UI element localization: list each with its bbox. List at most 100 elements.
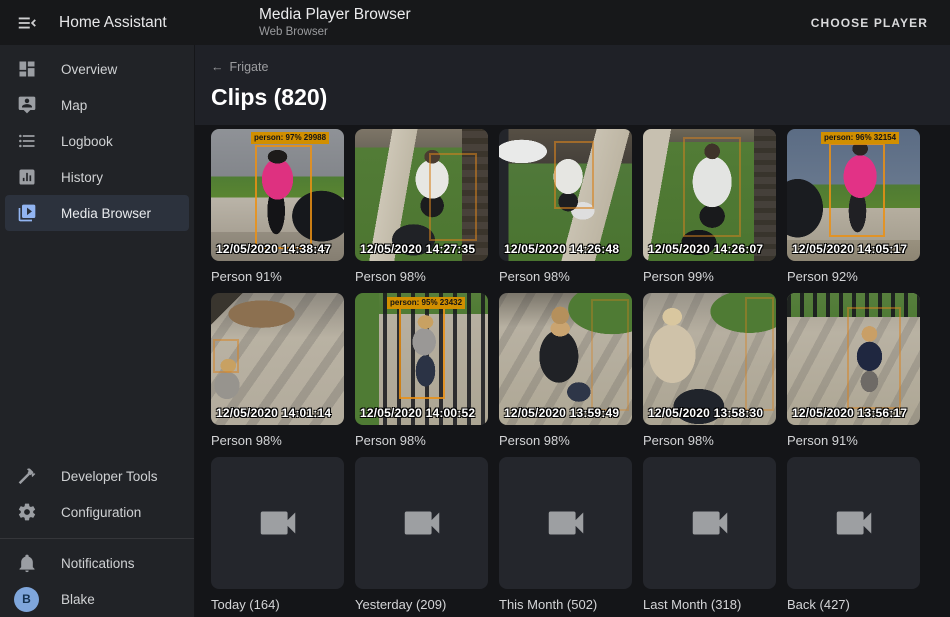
detection-bounding-box — [399, 303, 445, 399]
clip-item[interactable]: 12/05/2020 14:01:14 Person 98% — [211, 293, 344, 448]
clip-item[interactable]: 12/05/2020 13:56:17 Person 91% — [787, 293, 920, 448]
clip-timestamp: 12/05/2020 14:38:47 — [216, 242, 331, 256]
detection-bounding-box — [554, 141, 594, 209]
sidebar-toggle-icon[interactable] — [15, 11, 39, 35]
detection-bounding-box — [213, 339, 239, 373]
sidebar-item-label: Overview — [61, 62, 117, 77]
sidebar-item-label: Notifications — [61, 556, 135, 571]
clip-thumbnail[interactable]: 12/05/2020 14:26:48 — [499, 129, 632, 261]
detection-bounding-box — [429, 153, 477, 241]
page-heading: Clips (820) — [211, 84, 934, 111]
clip-thumbnail[interactable]: person: 97% 29988 12/05/2020 14:38:47 — [211, 129, 344, 261]
home-assistant-app: Home Assistant Media Player Browser Web … — [0, 0, 950, 617]
play-box-multiple-icon — [17, 203, 37, 223]
clip-timestamp: 12/05/2020 13:59:49 — [504, 406, 619, 420]
clip-item[interactable]: 12/05/2020 13:58:30 Person 98% — [643, 293, 776, 448]
clip-caption: Person 99% — [643, 269, 776, 284]
sidebar-item-label: Developer Tools — [61, 469, 158, 484]
clip-thumbnail[interactable]: 12/05/2020 14:27:35 — [355, 129, 488, 261]
clip-caption: Person 98% — [499, 433, 632, 448]
clip-thumbnail[interactable]: 12/05/2020 13:58:30 — [643, 293, 776, 425]
app-bar-left: Home Assistant — [0, 11, 195, 35]
folder-item-this-month[interactable]: This Month (502) — [499, 457, 632, 612]
sidebar-item-developer-tools[interactable]: Developer Tools — [5, 458, 189, 494]
clip-thumbnail[interactable]: 12/05/2020 14:01:14 — [211, 293, 344, 425]
detection-bounding-box — [745, 297, 774, 411]
clip-item[interactable]: 12/05/2020 14:26:48 Person 98% — [499, 129, 632, 284]
clip-thumbnail[interactable]: 12/05/2020 13:56:17 — [787, 293, 920, 425]
folder-item-back[interactable]: Back (427) — [787, 457, 920, 612]
detection-bounding-box — [255, 145, 312, 249]
sidebar-item-label: Media Browser — [61, 206, 151, 221]
sidebar-item-logbook[interactable]: Logbook — [5, 123, 189, 159]
video-camera-icon — [399, 500, 445, 546]
sidebar-item-history[interactable]: History — [5, 159, 189, 195]
clip-thumbnail[interactable]: 12/05/2020 13:59:49 — [499, 293, 632, 425]
chart-box-icon — [17, 167, 37, 187]
gear-icon — [17, 502, 37, 522]
hammer-icon — [17, 466, 37, 486]
clip-caption: Person 91% — [787, 433, 920, 448]
detection-bounding-box — [847, 307, 901, 409]
breadcrumb-back[interactable]: ← Frigate — [211, 60, 268, 74]
media-browser-content: ← Frigate Clips (820) person: 97% 29988 … — [195, 45, 950, 617]
sidebar-divider — [0, 538, 194, 539]
detection-score-chip: person: 97% 29988 — [251, 132, 329, 144]
clip-thumbnail[interactable]: person: 95% 23432 12/05/2020 14:00:52 — [355, 293, 488, 425]
media-grid: person: 97% 29988 12/05/2020 14:38:47 Pe… — [195, 125, 950, 617]
clip-item[interactable]: 12/05/2020 14:27:35 Person 98% — [355, 129, 488, 284]
user-name: Blake — [61, 592, 95, 607]
list-bulleted-icon — [17, 131, 37, 151]
folder-item-today[interactable]: Today (164) — [211, 457, 344, 612]
video-camera-icon — [831, 500, 877, 546]
page-title: Media Player Browser — [259, 6, 411, 24]
folder-thumbnail[interactable] — [787, 457, 920, 589]
video-camera-icon — [255, 500, 301, 546]
dashboard-icon — [17, 59, 37, 79]
clip-timestamp: 12/05/2020 14:26:48 — [504, 242, 619, 256]
media-grid-wrap: person: 97% 29988 12/05/2020 14:38:47 Pe… — [195, 125, 950, 617]
back-arrow-icon: ← — [211, 60, 224, 74]
sidebar-item-configuration[interactable]: Configuration — [5, 494, 189, 530]
app-title: Home Assistant — [59, 14, 167, 32]
video-camera-icon — [543, 500, 589, 546]
user-avatar: B — [14, 587, 39, 612]
video-camera-icon — [687, 500, 733, 546]
clip-item[interactable]: 12/05/2020 14:26:07 Person 99% — [643, 129, 776, 284]
sidebar: Overview Map Logbook History Media Brows… — [0, 45, 195, 617]
main-row: Overview Map Logbook History Media Brows… — [0, 45, 950, 617]
folder-caption: Back (427) — [787, 597, 920, 612]
clip-thumbnail[interactable]: 12/05/2020 14:26:07 — [643, 129, 776, 261]
clip-caption: Person 92% — [787, 269, 920, 284]
clip-timestamp: 12/05/2020 14:05:17 — [792, 242, 907, 256]
detection-score-chip: person: 96% 32154 — [821, 132, 899, 144]
folder-thumbnail[interactable] — [211, 457, 344, 589]
folder-item-yesterday[interactable]: Yesterday (209) — [355, 457, 488, 612]
clip-item[interactable]: 12/05/2020 13:59:49 Person 98% — [499, 293, 632, 448]
folder-thumbnail[interactable] — [355, 457, 488, 589]
sidebar-item-overview[interactable]: Overview — [5, 51, 189, 87]
folder-thumbnail[interactable] — [499, 457, 632, 589]
clip-item[interactable]: person: 96% 32154 12/05/2020 14:05:17 Pe… — [787, 129, 920, 284]
folder-item-last-month[interactable]: Last Month (318) — [643, 457, 776, 612]
folder-thumbnail[interactable] — [643, 457, 776, 589]
clip-timestamp: 12/05/2020 14:01:14 — [216, 406, 331, 420]
clip-item[interactable]: person: 95% 23432 12/05/2020 14:00:52 Pe… — [355, 293, 488, 448]
sidebar-item-label: Logbook — [61, 134, 113, 149]
clip-thumbnail[interactable]: person: 96% 32154 12/05/2020 14:05:17 — [787, 129, 920, 261]
app-bar: Home Assistant Media Player Browser Web … — [0, 0, 950, 45]
page-title-block: Media Player Browser Web Browser — [259, 6, 411, 39]
sidebar-item-user[interactable]: B Blake — [5, 581, 189, 617]
clip-caption: Person 98% — [499, 269, 632, 284]
folder-caption: This Month (502) — [499, 597, 632, 612]
folder-caption: Last Month (318) — [643, 597, 776, 612]
clip-caption: Person 98% — [211, 433, 344, 448]
sidebar-item-media-browser[interactable]: Media Browser — [5, 195, 189, 231]
clip-timestamp: 12/05/2020 13:56:17 — [792, 406, 907, 420]
clip-item[interactable]: person: 97% 29988 12/05/2020 14:38:47 Pe… — [211, 129, 344, 284]
choose-player-button[interactable]: CHOOSE PLAYER — [803, 8, 936, 38]
page-subtitle: Web Browser — [259, 26, 411, 39]
sidebar-item-label: Map — [61, 98, 87, 113]
sidebar-item-notifications[interactable]: Notifications — [5, 545, 189, 581]
sidebar-item-map[interactable]: Map — [5, 87, 189, 123]
